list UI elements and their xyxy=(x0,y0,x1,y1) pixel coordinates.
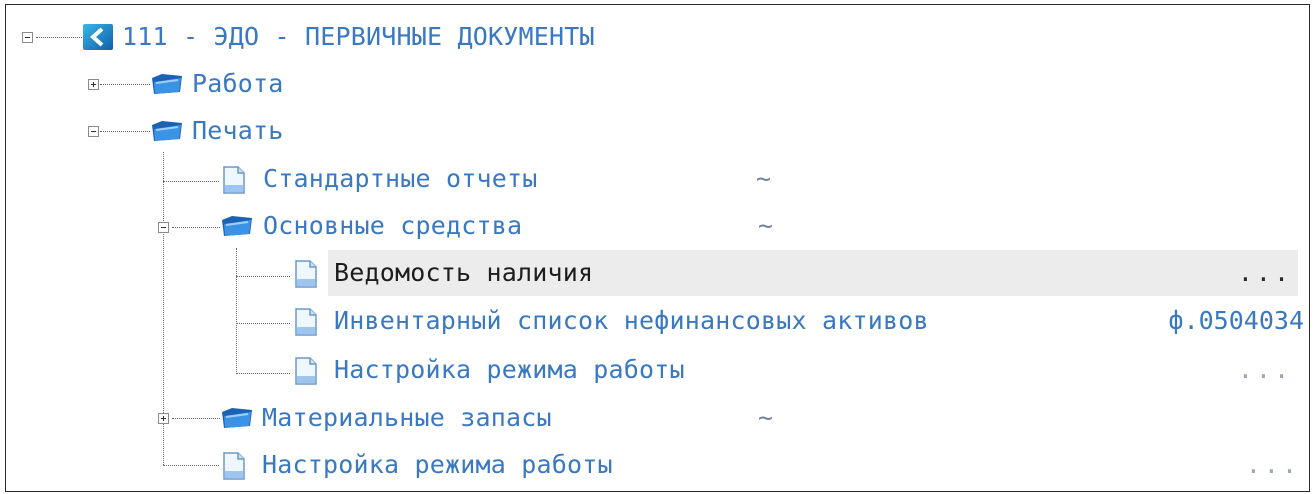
tree-node-root[interactable]: 111 - ЭДО - ПЕРВИЧНЫЕ ДОКУМЕНТЫ xyxy=(80,14,640,60)
node-suffix: ~ xyxy=(758,211,774,240)
tree-node-label: Инвентарный список нефинансовых активов xyxy=(334,306,929,335)
node-more-indicator: ... xyxy=(1245,450,1300,479)
node-suffix: ~ xyxy=(758,403,774,432)
document-icon xyxy=(222,166,246,198)
tree-node-standard-reports[interactable]: Стандартные отчеты ~ xyxy=(218,156,818,202)
tree-connector xyxy=(163,181,219,182)
folder-icon xyxy=(150,72,184,100)
tree-node-label: Работа xyxy=(192,69,284,98)
node-more-indicator: ... xyxy=(1237,355,1292,384)
document-icon xyxy=(222,452,246,484)
tree-connector xyxy=(36,37,82,38)
tree-view-window: 111 - ЭДО - ПЕРВИЧНЫЕ ДОКУМЕНТЫ Работа П… xyxy=(0,0,1315,494)
folder-icon xyxy=(220,214,254,242)
tree-node-label: Настройка режима работы xyxy=(334,355,685,384)
tree-node-inventory[interactable]: Инвентарный список нефинансовых активов … xyxy=(290,298,1306,344)
tree-node-mode-settings[interactable]: Настройка режима работы ... xyxy=(290,347,1300,393)
collapse-toggle-pechat[interactable] xyxy=(88,126,99,137)
tree-connector xyxy=(236,248,237,374)
tree-node-materials[interactable]: Материальные запасы ~ xyxy=(218,395,818,441)
expand-toggle-materials[interactable] xyxy=(158,413,169,424)
tree-connector xyxy=(172,227,220,228)
folder-icon xyxy=(150,119,184,147)
tree-node-label: Печать xyxy=(192,116,284,145)
tree-connector xyxy=(100,84,150,85)
tree-node-fixed-assets[interactable]: Основные средства ~ xyxy=(218,203,818,249)
collapse-toggle-root[interactable] xyxy=(22,32,33,43)
tree-connector xyxy=(236,373,290,374)
collapse-toggle-osnovnye[interactable] xyxy=(158,222,169,233)
document-icon xyxy=(294,308,318,340)
node-more-indicator: ... xyxy=(1237,258,1292,287)
document-icon xyxy=(294,357,318,389)
module-icon xyxy=(82,23,114,55)
node-suffix: ~ xyxy=(756,164,772,193)
tree-node-pechat[interactable]: Печать xyxy=(148,108,348,154)
tree-node-label: Материальные запасы xyxy=(262,403,552,432)
folder-icon xyxy=(220,406,254,434)
tree-connector xyxy=(163,465,219,466)
tree-connector xyxy=(236,323,290,324)
tree-node-vedomost[interactable]: Ведомость наличия ... xyxy=(290,250,1300,296)
document-icon xyxy=(294,260,318,292)
form-code: ф.0504034 xyxy=(1168,306,1304,335)
tree-node-label: Ведомость наличия xyxy=(334,258,594,287)
tree-node-label: Стандартные отчеты xyxy=(263,164,538,193)
tree-node-mode-settings[interactable]: Настройка режима работы ... xyxy=(218,442,1300,488)
expand-toggle-rabota[interactable] xyxy=(88,79,99,90)
tree-connector xyxy=(100,131,150,132)
tree-node-rabota[interactable]: Работа xyxy=(148,61,348,107)
tree-node-label: 111 - ЭДО - ПЕРВИЧНЫЕ ДОКУМЕНТЫ xyxy=(122,22,595,51)
tree-node-label: Настройка режима работы xyxy=(262,450,613,479)
tree-node-label: Основные средства xyxy=(263,211,523,240)
tree-connector xyxy=(172,418,220,419)
tree-connector xyxy=(236,276,290,277)
